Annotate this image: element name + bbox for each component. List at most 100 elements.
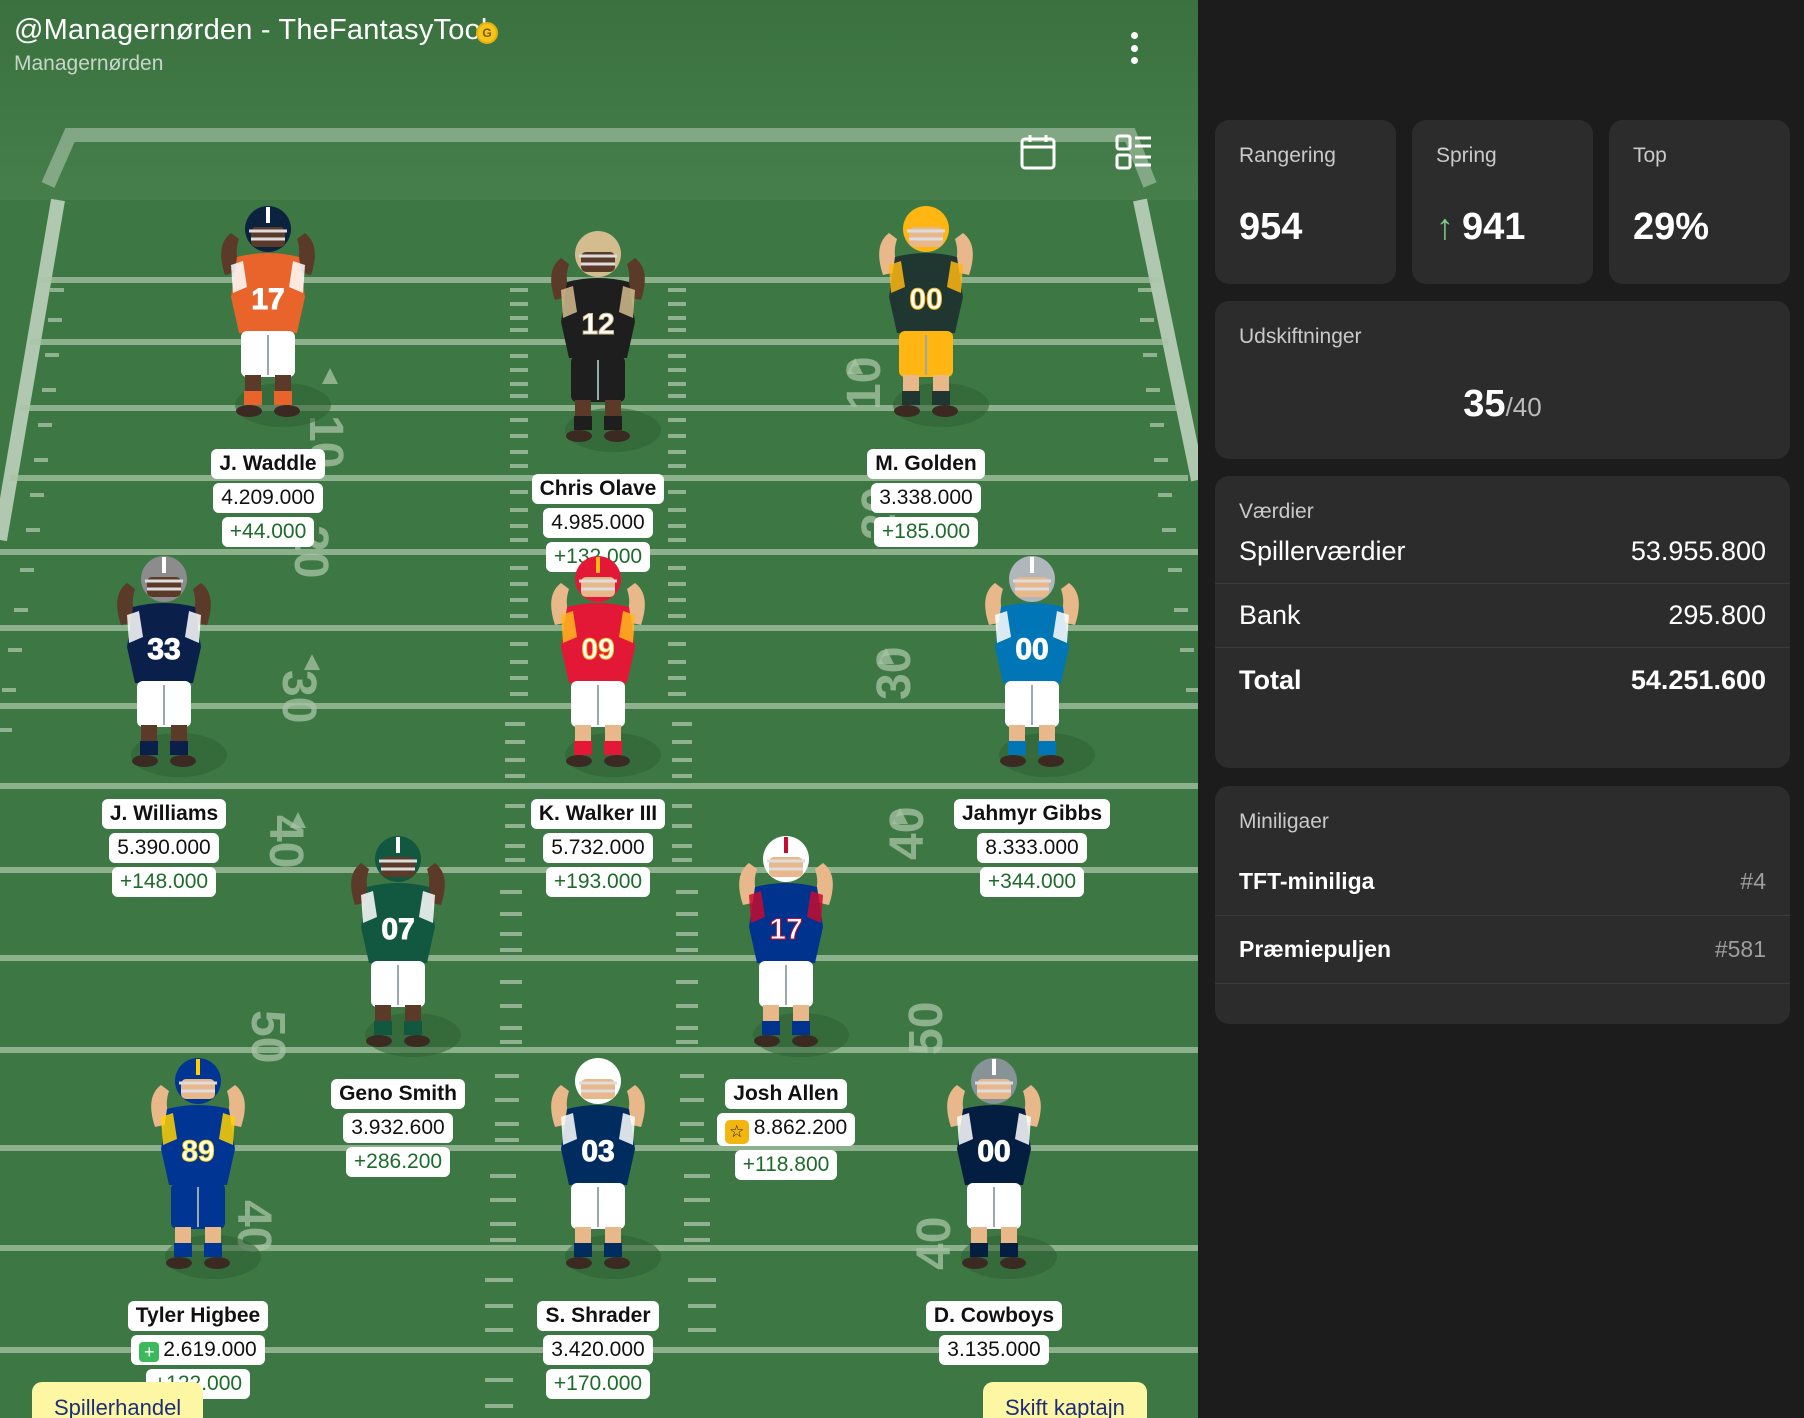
- player-value-box: 4.985.000: [543, 508, 653, 538]
- values-card: Værdier Spillerværdier 53.955.800 Bank 295.…: [1215, 476, 1790, 768]
- player-value: 3.135.000: [947, 1338, 1041, 1361]
- calendar-icon[interactable]: [1018, 132, 1058, 172]
- player-name: Chris Olave: [531, 474, 665, 504]
- svg-text:17: 17: [251, 283, 284, 316]
- player-card[interactable]: 33 J. Williams 5.390.000 +148.000: [79, 555, 249, 897]
- svg-text:07: 07: [381, 913, 414, 946]
- svg-text:09: 09: [581, 633, 614, 666]
- svg-text:03: 03: [581, 1135, 614, 1168]
- top-card: Top 29%: [1609, 120, 1790, 284]
- player-name: S. Shrader: [537, 1301, 659, 1331]
- player-name: Jahmyr Gibbs: [953, 799, 1111, 829]
- minileague-name: TFT-miniliga: [1239, 868, 1375, 894]
- rank-card: Rangering 954: [1215, 120, 1396, 284]
- player-value-box: 3.932.600: [343, 1113, 453, 1143]
- player-name: K. Walker III: [530, 799, 666, 829]
- player-value: 5.390.000: [117, 836, 211, 859]
- player-card[interactable]: 07 Geno Smith 3.932.600 +286.200: [313, 835, 483, 1177]
- player-card[interactable]: 00 D. Cowboys 3.135.000: [909, 1057, 1079, 1365]
- change-captain-button[interactable]: Skift kaptajn: [983, 1382, 1147, 1418]
- player-delta: +344.000: [979, 867, 1085, 897]
- player-value: 4.209.000: [221, 486, 315, 509]
- player-value-box: 3.338.000: [871, 483, 981, 513]
- svg-text:17: 17: [769, 913, 802, 946]
- player-delta: +170.000: [545, 1369, 651, 1399]
- minileague-row[interactable]: Præmiepuljen #581: [1215, 916, 1790, 984]
- player-name: J. Williams: [101, 799, 227, 829]
- values-row-label: Spillerværdier: [1239, 536, 1406, 566]
- minileague-rank: #4: [1740, 868, 1766, 894]
- player-card[interactable]: 00 Jahmyr Gibbs 8.333.000 +344.000: [947, 555, 1117, 897]
- player-name: M. Golden: [867, 449, 985, 479]
- jump-label: Spring: [1436, 144, 1497, 167]
- player-card[interactable]: 89Tyler Higbee+2.619.000+122.000: [113, 1057, 283, 1399]
- player-card[interactable]: 00 M. Golden 3.338.000 +185.000: [841, 205, 1011, 547]
- player-value: 3.420.000: [551, 1338, 645, 1361]
- player-value-box: +2.619.000: [131, 1335, 265, 1365]
- substitutions-used: 35: [1463, 383, 1506, 425]
- player-figure-icon: 00: [879, 206, 989, 427]
- svg-text:00: 00: [977, 1135, 1010, 1168]
- player-figure-icon: 00: [947, 1058, 1057, 1279]
- player-value-box: 4.209.000: [213, 483, 323, 513]
- player-figure-icon: 03: [551, 1058, 661, 1279]
- player-card[interactable]: 09 K. Walker III 5.732.000 +193.000: [513, 555, 683, 897]
- list-view-icon[interactable]: [1114, 132, 1154, 172]
- arrow-up-icon: ↑: [1436, 206, 1454, 247]
- gold-badge-icon: G: [476, 22, 498, 44]
- svg-text:30: 30: [868, 647, 921, 700]
- player-trade-button[interactable]: Spillerhandel: [32, 1382, 204, 1418]
- svg-text:50: 50: [900, 1002, 953, 1055]
- values-row: Bank 295.800: [1215, 584, 1790, 648]
- page-subtitle: Managernørden: [14, 52, 164, 75]
- minileagues-card[interactable]: Miniligaer TFT-miniliga #4 Præmiepuljen #58…: [1215, 786, 1790, 1024]
- player-value: 2.619.000: [163, 1338, 257, 1361]
- values-row: Spillerværdier 53.955.800: [1215, 520, 1790, 584]
- player-figure-icon: 89: [151, 1058, 261, 1279]
- player-card[interactable]: 12Chris Olave4.985.000+132.000: [513, 230, 683, 572]
- player-value-box: 8.333.000: [977, 833, 1087, 863]
- player-value: 5.732.000: [551, 836, 645, 859]
- player-name: Tyler Higbee: [127, 1301, 269, 1331]
- player-value: 8.333.000: [985, 836, 1079, 859]
- substitutions-max: /40: [1505, 392, 1542, 422]
- more-menu-icon[interactable]: [1116, 26, 1152, 70]
- player-card[interactable]: 17 Josh Allen ☆ 8.862.200 +118.800: [701, 835, 871, 1180]
- values-row: Total 54.251.600: [1215, 648, 1790, 712]
- player-figure-icon: 33: [117, 556, 227, 777]
- player-value: 4.985.000: [551, 511, 645, 534]
- svg-text:40: 40: [881, 807, 934, 860]
- svg-text:33: 33: [147, 633, 180, 666]
- player-card[interactable]: 17 J. Waddle 4.209.000 +44.000: [183, 205, 353, 547]
- svg-text:00: 00: [909, 283, 942, 316]
- values-row-amount: 53.955.800: [1630, 536, 1766, 566]
- player-value: 3.932.600: [351, 1116, 445, 1139]
- top-value: 29%: [1633, 206, 1710, 248]
- captain-star-icon: ☆: [724, 1120, 749, 1144]
- rank-value: 954: [1239, 206, 1303, 248]
- player-name: Geno Smith: [331, 1079, 465, 1109]
- player-delta: +193.000: [545, 867, 651, 897]
- player-value-box: ☆ 8.862.200: [716, 1113, 856, 1146]
- player-value: 3.338.000: [879, 486, 973, 509]
- plus-icon: +: [139, 1342, 160, 1362]
- player-value-box: 3.420.000: [543, 1335, 653, 1365]
- player-figure-icon: 09: [551, 556, 661, 777]
- svg-text:12: 12: [581, 308, 614, 341]
- player-value-box: 5.390.000: [109, 833, 219, 863]
- svg-text:50: 50: [241, 1010, 294, 1063]
- page-title: @Managernørden - TheFantasyTool: [14, 14, 488, 46]
- jump-value-wrap: ↑ 941: [1436, 206, 1525, 249]
- values-row-label: Bank: [1239, 600, 1301, 630]
- values-row-amount: 295.800: [1668, 600, 1766, 630]
- player-name: Josh Allen: [725, 1079, 847, 1109]
- player-card[interactable]: 03 S. Shrader 3.420.000 +170.000: [513, 1057, 683, 1399]
- player-delta: +286.200: [345, 1147, 451, 1177]
- substitutions-label: Udskiftninger: [1239, 325, 1362, 348]
- player-value-box: 5.732.000: [543, 833, 653, 863]
- player-value-box: 3.135.000: [939, 1335, 1049, 1365]
- minileague-rank: #581: [1714, 936, 1766, 962]
- values-row-amount: 54.251.600: [1630, 664, 1766, 695]
- player-name: D. Cowboys: [925, 1301, 1063, 1331]
- minileague-row[interactable]: TFT-miniliga #4: [1215, 848, 1790, 916]
